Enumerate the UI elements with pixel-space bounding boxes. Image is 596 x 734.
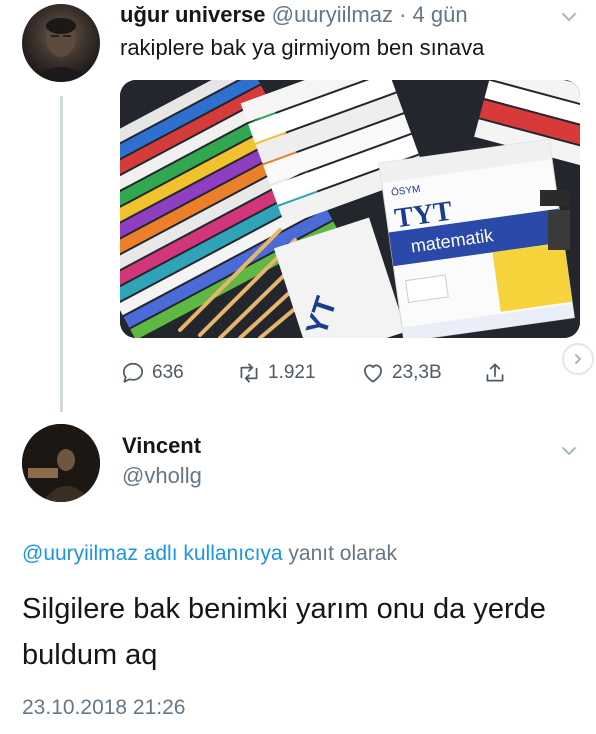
heart-icon bbox=[364, 364, 382, 383]
display-name[interactable]: uğur universe bbox=[120, 2, 265, 27]
comment-icon bbox=[122, 362, 144, 383]
retweet-count: 1.921 bbox=[268, 362, 316, 383]
share-icon bbox=[486, 363, 504, 382]
tweet-header: uğur universe @uuryiilmaz · 4 gün bbox=[120, 0, 468, 30]
tweet-text: rakiplere bak ya girmiyom ben sınava bbox=[120, 35, 485, 60]
like-count: 23,3B bbox=[392, 362, 442, 383]
reply-count: 636 bbox=[152, 362, 184, 383]
retweet-action[interactable]: 1.921 bbox=[236, 356, 316, 390]
photo-study-books: YT ÖSYM TYT matematik bbox=[120, 80, 580, 338]
avatar-ugur[interactable] bbox=[22, 4, 100, 82]
avatar-vincent[interactable] bbox=[22, 424, 100, 502]
reply-user-handle[interactable]: @vhollg bbox=[122, 462, 202, 490]
reply-display-name[interactable]: Vincent bbox=[122, 432, 201, 460]
retweet-icon bbox=[240, 363, 258, 383]
replying-to-suffix: yanıt olarak bbox=[282, 542, 397, 565]
user-handle[interactable]: @uuryiilmaz bbox=[272, 2, 393, 27]
tweet-age[interactable]: 4 gün bbox=[413, 2, 468, 27]
tweet-media-photo[interactable]: YT ÖSYM TYT matematik bbox=[120, 80, 580, 338]
avatar-ugur-image bbox=[30, 18, 92, 82]
reply-action[interactable]: 636 bbox=[120, 356, 184, 390]
replying-to: @uuryiilmaz adlı kullanıcıya yanıt olara… bbox=[22, 540, 397, 568]
thread-connector-line bbox=[60, 96, 63, 412]
replying-to-mention[interactable]: @uuryiilmaz adlı kullanıcıya bbox=[22, 542, 283, 565]
share-action[interactable] bbox=[482, 356, 514, 390]
reply-timestamp[interactable]: 23.10.2018 21:26 bbox=[22, 694, 186, 722]
chevron-down-icon[interactable] bbox=[558, 6, 580, 28]
reply-text: Silgilere bak benimki yarım onu da yerde… bbox=[22, 593, 546, 671]
like-action[interactable]: 23,3B bbox=[360, 356, 442, 390]
avatar-vincent-image bbox=[22, 424, 100, 502]
dot-separator: · bbox=[392, 2, 413, 27]
chevron-right-icon[interactable] bbox=[562, 343, 594, 375]
chevron-down-icon[interactable] bbox=[558, 440, 580, 462]
